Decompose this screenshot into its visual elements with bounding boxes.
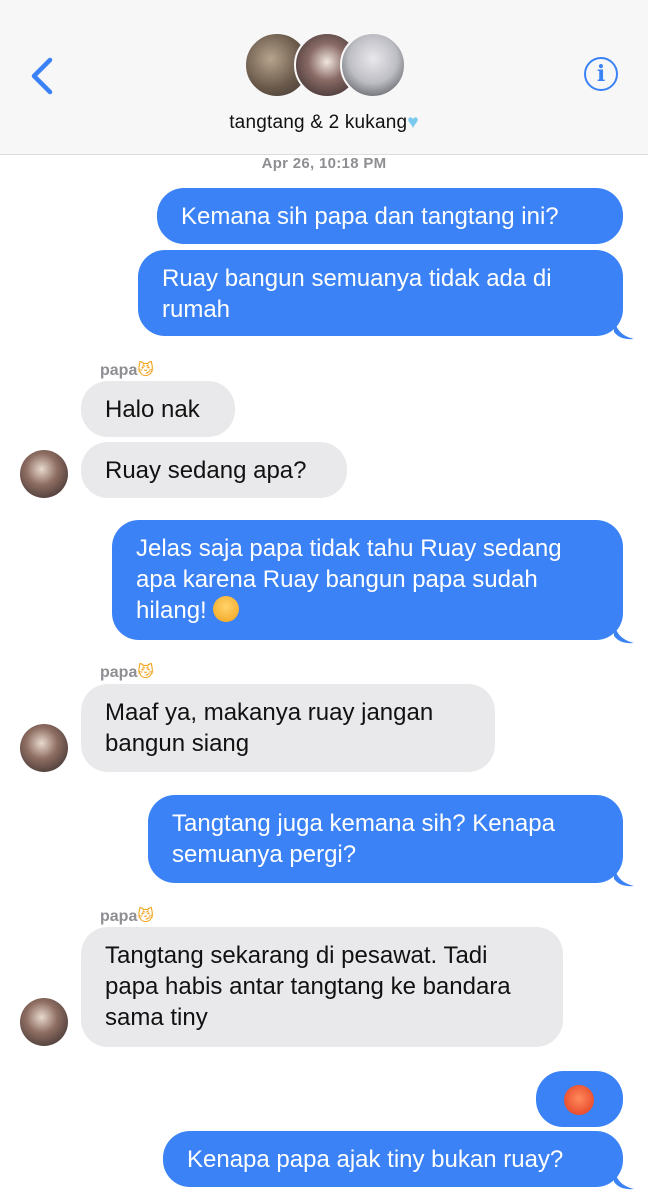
group-avatars[interactable] bbox=[244, 32, 406, 98]
chat-header: tangtang & 2 kukang♥ i bbox=[0, 0, 648, 155]
info-icon[interactable]: i bbox=[584, 57, 618, 91]
sender-name-text: papa bbox=[100, 362, 138, 379]
sender-name: papa😼 bbox=[100, 360, 154, 380]
group-name-text: tangtang & 2 kukang bbox=[229, 112, 408, 133]
cat-face-icon: 😼 bbox=[137, 362, 155, 379]
sender-name: papa😼 bbox=[100, 906, 154, 926]
angry-face-icon bbox=[213, 596, 240, 622]
sender-name: papa😼 bbox=[100, 662, 154, 682]
sender-avatar[interactable] bbox=[20, 450, 68, 498]
outgoing-message[interactable]: Tangtang juga kemana sih? Kenapa semuany… bbox=[148, 795, 623, 883]
message-text: Jelas saja papa tidak tahu Ruay sedang a… bbox=[136, 535, 562, 624]
bubble-tail-icon bbox=[614, 318, 634, 340]
incoming-message[interactable]: Halo nak bbox=[81, 381, 235, 437]
bubble-tail-icon bbox=[614, 622, 634, 644]
outgoing-message[interactable]: Ruay bangun semuanya tidak ada di rumah bbox=[138, 250, 623, 336]
back-chevron-icon[interactable] bbox=[26, 54, 62, 98]
sender-avatar[interactable] bbox=[20, 998, 68, 1046]
bubble-tail-icon bbox=[614, 865, 634, 887]
sender-avatar[interactable] bbox=[20, 724, 68, 772]
incoming-message[interactable]: Ruay sedang apa? bbox=[81, 442, 347, 498]
incoming-message[interactable]: Maaf ya, makanya ruay jangan bangun sian… bbox=[81, 684, 495, 772]
cat-face-icon: 😼 bbox=[137, 908, 155, 925]
outgoing-message[interactable]: Kemana sih papa dan tangtang ini? bbox=[157, 188, 623, 244]
sender-name-text: papa bbox=[100, 664, 138, 681]
group-title[interactable]: tangtang & 2 kukang♥ bbox=[0, 112, 648, 134]
cat-face-icon: 😼 bbox=[137, 664, 155, 681]
outgoing-emoji-message[interactable] bbox=[536, 1071, 623, 1127]
outgoing-message[interactable]: Kenapa papa ajak tiny bukan ruay? bbox=[163, 1131, 623, 1187]
sender-name-text: papa bbox=[100, 908, 138, 925]
message-timestamp: Apr 26, 10:18 PM bbox=[261, 155, 387, 172]
pouting-face-icon bbox=[564, 1085, 594, 1115]
incoming-message[interactable]: Tangtang sekarang di pesawat. Tadi papa … bbox=[81, 927, 563, 1047]
imessage-group-chat: tangtang & 2 kukang♥ i Apr 26, 10:18 PM … bbox=[0, 0, 648, 1200]
avatar bbox=[340, 32, 406, 98]
outgoing-message[interactable]: Jelas saja papa tidak tahu Ruay sedang a… bbox=[112, 520, 623, 640]
light-blue-heart-icon: ♥ bbox=[407, 112, 419, 133]
bubble-tail-icon bbox=[614, 1168, 634, 1190]
